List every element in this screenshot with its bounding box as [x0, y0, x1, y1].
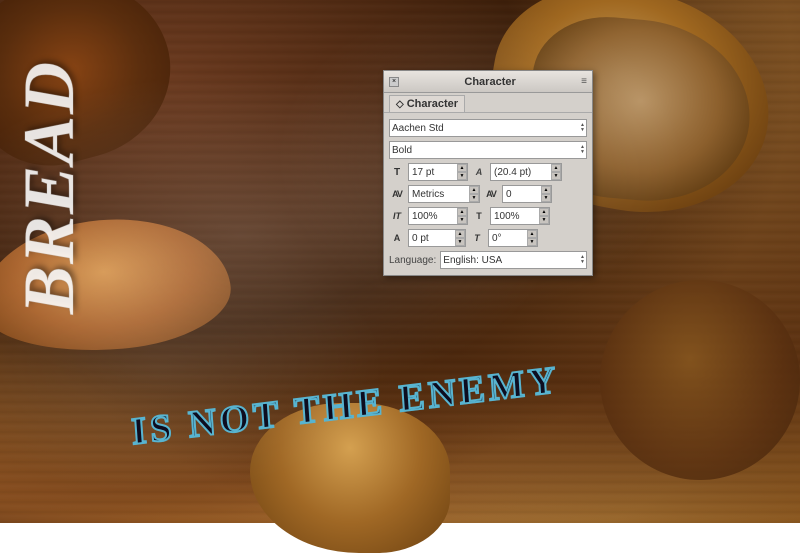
- skew-field[interactable]: 0° ▲ ▼: [488, 229, 538, 247]
- skew-icon: T: [469, 233, 485, 243]
- baseline-spinners[interactable]: ▲ ▼: [455, 230, 465, 246]
- tracking-field[interactable]: 0 ▲ ▼: [502, 185, 552, 203]
- leading-icon: A: [471, 167, 487, 177]
- kerning-down[interactable]: ▼: [469, 194, 479, 202]
- vertical-scale-spinners[interactable]: ▲ ▼: [457, 208, 467, 224]
- kerning-field[interactable]: Metrics ▲ ▼: [408, 185, 480, 203]
- vertical-scale-value: 100%: [409, 211, 457, 222]
- panel-title: Character: [464, 76, 515, 88]
- kerning-spinners[interactable]: ▲ ▼: [469, 186, 479, 202]
- font-style-field[interactable]: Bold Regular Italic Bold Italic ▲ ▼: [389, 141, 587, 159]
- font-family-row: Aachen Std Arial Times New Roman ▲ ▼: [389, 119, 587, 137]
- kerning-value: Metrics: [409, 189, 469, 200]
- panel-menu-button[interactable]: ≡: [581, 76, 587, 87]
- character-panel: × Character ≡ ◇ Character Aachen Std Ari…: [383, 70, 593, 276]
- close-icon: ×: [392, 78, 396, 85]
- vscale-down[interactable]: ▼: [457, 216, 467, 224]
- baseline-skew-row: A 0 pt ▲ ▼ T 0° ▲ ▼: [389, 229, 587, 247]
- language-row: Language: English: USA English: UK Frenc…: [389, 251, 587, 269]
- down-arrow-icon: ▼: [580, 260, 585, 265]
- leading-spinners[interactable]: ▲ ▼: [551, 164, 561, 180]
- panel-tab-row: ◇ Character: [384, 93, 592, 113]
- character-tab[interactable]: ◇ Character: [389, 95, 465, 112]
- horizontal-scale-value: 100%: [491, 211, 539, 222]
- skew-up[interactable]: ▲: [527, 230, 537, 238]
- font-style-select[interactable]: Bold Regular Italic Bold Italic: [390, 145, 586, 156]
- horizontal-scale-spinners[interactable]: ▲ ▼: [539, 208, 549, 224]
- font-style-row: Bold Regular Italic Bold Italic ▲ ▼: [389, 141, 587, 159]
- tracking-icon: AV: [483, 189, 499, 199]
- tracking-down[interactable]: ▼: [541, 194, 551, 202]
- language-field[interactable]: English: USA English: UK French German S…: [440, 251, 587, 269]
- baseline-up[interactable]: ▲: [455, 230, 465, 238]
- size-leading-row: T 17 pt ▲ ▼ A (20.4 pt) ▲ ▼: [389, 163, 587, 181]
- font-size-spinners[interactable]: ▲ ▼: [457, 164, 467, 180]
- language-arrows: ▲ ▼: [580, 252, 585, 268]
- horizontal-scale-field[interactable]: 100% ▲ ▼: [490, 207, 550, 225]
- font-size-value: 17 pt: [409, 167, 457, 178]
- leading-value: (20.4 pt): [491, 167, 551, 178]
- font-size-up[interactable]: ▲: [457, 164, 467, 172]
- leading-up[interactable]: ▲: [551, 164, 561, 172]
- tracking-value: 0: [503, 189, 541, 200]
- kerning-icon: AV: [389, 189, 405, 199]
- font-family-arrows: ▲ ▼: [580, 120, 585, 136]
- vertical-scale-field[interactable]: 100% ▲ ▼: [408, 207, 468, 225]
- font-family-select[interactable]: Aachen Std Arial Times New Roman: [390, 123, 586, 134]
- skew-down[interactable]: ▼: [527, 238, 537, 246]
- skew-value: 0°: [489, 233, 527, 244]
- baseline-field[interactable]: 0 pt ▲ ▼: [408, 229, 466, 247]
- tab-label: Character: [407, 98, 458, 110]
- baseline-down[interactable]: ▼: [455, 238, 465, 246]
- leading-field[interactable]: (20.4 pt) ▲ ▼: [490, 163, 562, 181]
- language-label: Language:: [389, 255, 436, 266]
- leading-down[interactable]: ▼: [551, 172, 561, 180]
- hscale-up[interactable]: ▲: [539, 208, 549, 216]
- baseline-value: 0 pt: [409, 233, 455, 244]
- horizontal-scale-icon: T: [471, 211, 487, 221]
- language-select[interactable]: English: USA English: UK French German S…: [441, 255, 586, 266]
- scale-row: IT 100% ▲ ▼ T 100% ▲ ▼: [389, 207, 587, 225]
- diamond-icon: ◇: [396, 99, 404, 110]
- panel-body: Aachen Std Arial Times New Roman ▲ ▼ Bol…: [384, 113, 592, 275]
- skew-spinners[interactable]: ▲ ▼: [527, 230, 537, 246]
- hscale-down[interactable]: ▼: [539, 216, 549, 224]
- font-size-field[interactable]: 17 pt ▲ ▼: [408, 163, 468, 181]
- vscale-up[interactable]: ▲: [457, 208, 467, 216]
- tracking-up[interactable]: ▲: [541, 186, 551, 194]
- baseline-shift-icon: A: [389, 233, 405, 243]
- kerning-up[interactable]: ▲: [469, 186, 479, 194]
- down-arrow-icon: ▼: [580, 150, 585, 155]
- vertical-scale-icon: IT: [389, 211, 405, 221]
- font-family-field[interactable]: Aachen Std Arial Times New Roman ▲ ▼: [389, 119, 587, 137]
- font-size-icon: T: [389, 167, 405, 178]
- tracking-spinners[interactable]: ▲ ▼: [541, 186, 551, 202]
- down-arrow-icon: ▼: [580, 128, 585, 133]
- panel-titlebar: × Character ≡: [384, 71, 592, 93]
- font-size-down[interactable]: ▼: [457, 172, 467, 180]
- bread-text: BREAD: [15, 60, 83, 314]
- font-style-arrows: ▲ ▼: [580, 142, 585, 158]
- kerning-tracking-row: AV Metrics ▲ ▼ AV 0 ▲ ▼: [389, 185, 587, 203]
- panel-close-button[interactable]: ×: [389, 77, 399, 87]
